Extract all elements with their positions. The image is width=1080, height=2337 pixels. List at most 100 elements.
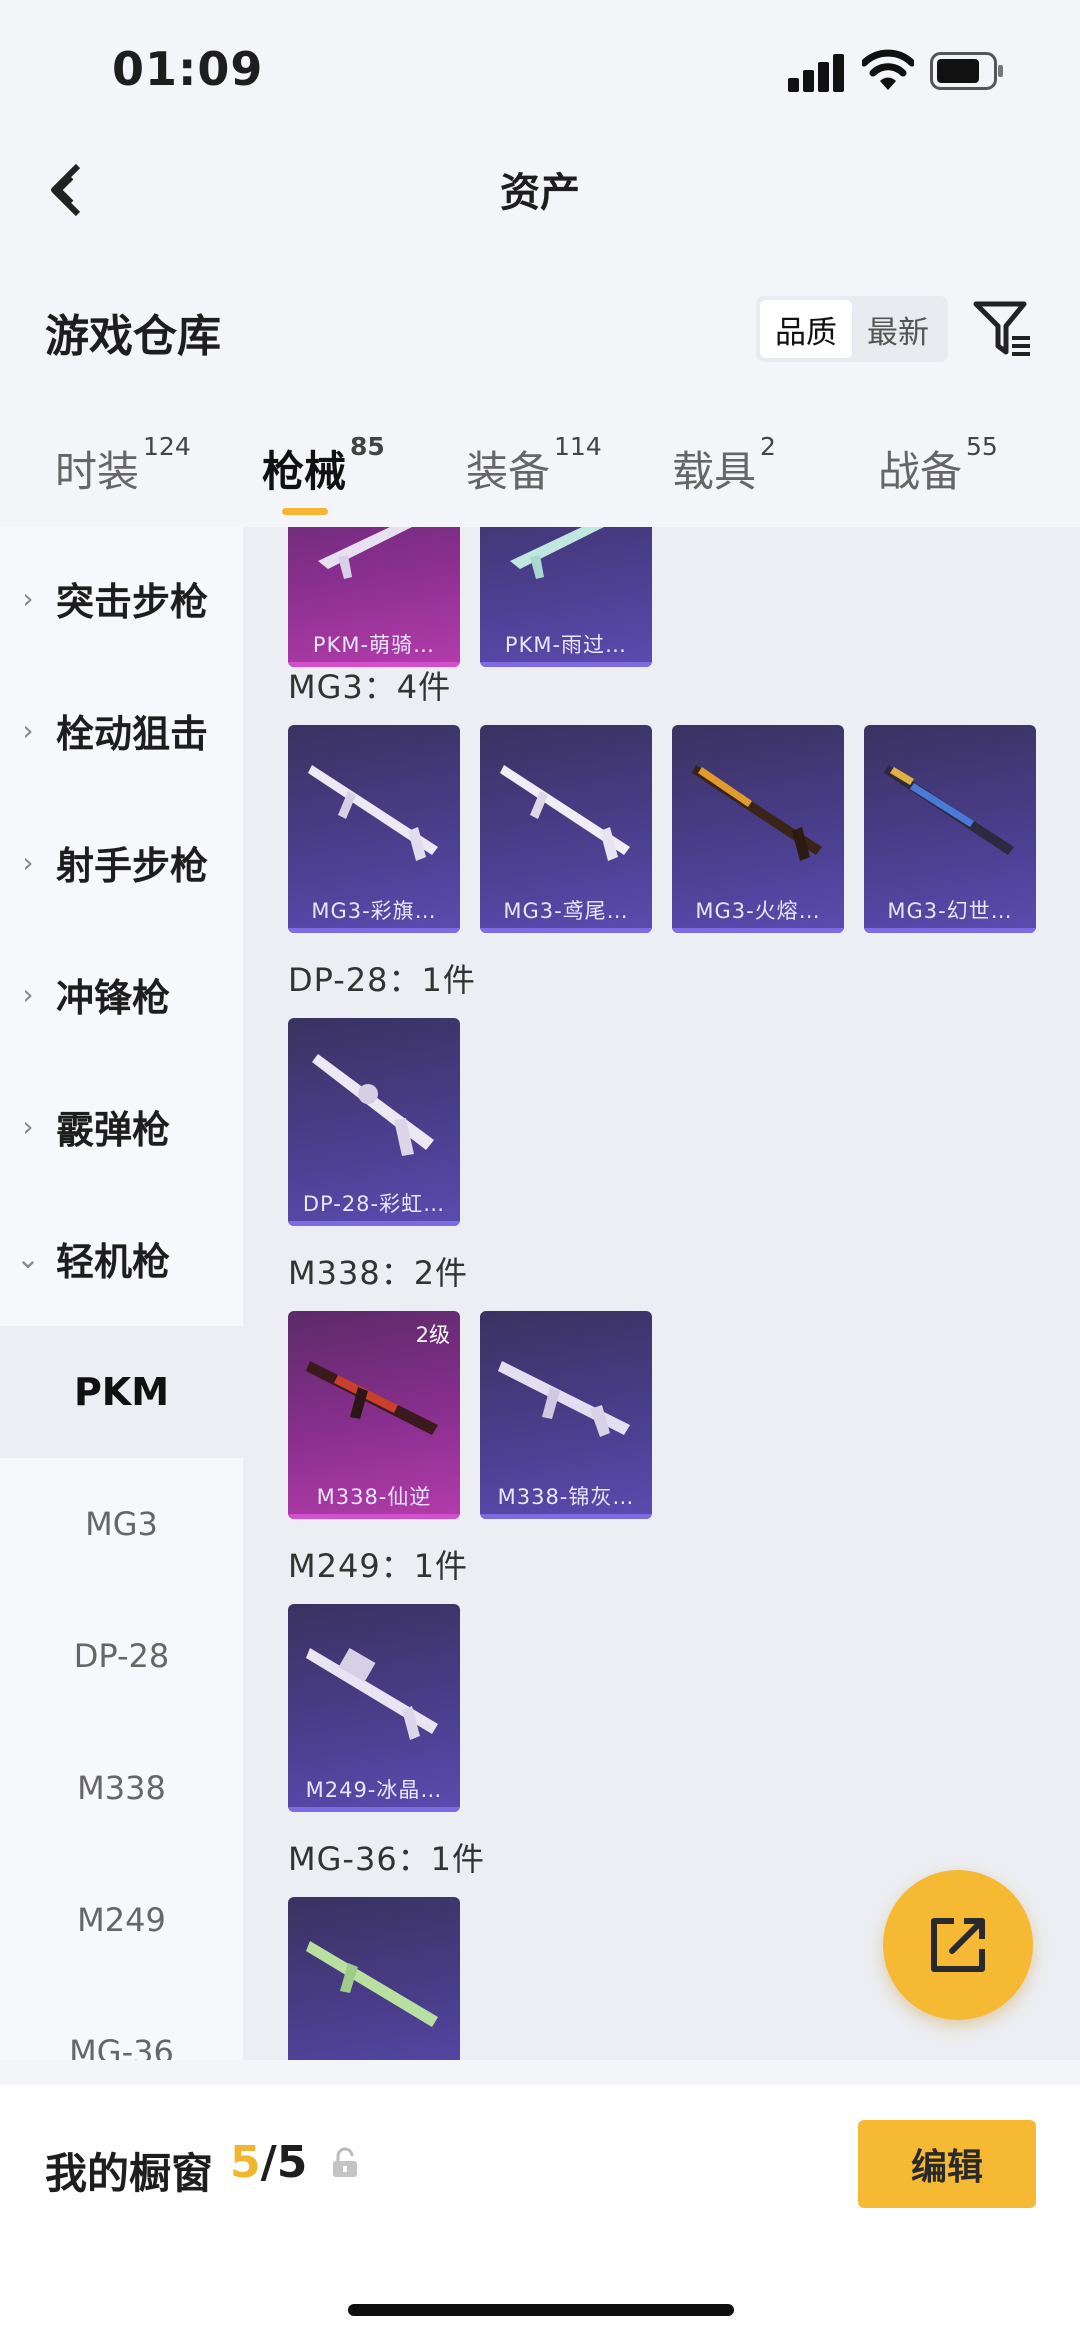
sidebar-sub-mg36[interactable]: MG-36 [0,1986,243,2060]
group-label-mg3: MG3：4件 [288,668,452,706]
sidebar-item-shotgun[interactable]: › 霰弹枪 [0,1060,243,1192]
sort-latest-button[interactable]: 最新 [852,300,944,358]
section-title: 游戏仓库 [45,311,221,362]
gun-icon [692,765,822,861]
tab-supplies[interactable]: 战备55 [878,432,998,499]
gun-icon [312,1054,434,1156]
item-card[interactable]: MG3-鸢尾… [480,725,652,933]
sidebar-item-lmg[interactable]: ⌄ 轻机枪 [0,1192,243,1324]
nav-bar: 资产 [0,130,1080,250]
item-card[interactable]: M249-冰晶… [288,1604,460,1812]
group-label-dp28: DP-28：1件 [288,961,476,999]
chevron-down-icon: ⌄ [16,1241,40,1275]
status-time: 01:09 [112,42,264,96]
item-grid: PKM-萌骑… PKM-雨过… MG3：4件 MG3-彩旗… MG3-鸢尾… M… [243,527,1080,2060]
showcase-count: 5/5 [230,2137,307,2188]
tab-count: 85 [350,432,385,461]
item-card[interactable]: PKM-萌骑… [288,527,460,667]
tab-guns[interactable]: 枪械85 [262,432,385,499]
gun-icon [498,1361,630,1437]
tab-count: 55 [966,432,998,461]
item-level-badge: 2级 [415,1323,450,1347]
edit-button[interactable]: 编辑 [858,2120,1036,2208]
sort-quality-button[interactable]: 品质 [760,300,852,358]
item-name: MG3-火熔… [695,899,821,923]
item-card[interactable]: DP-28-彩虹… [288,1018,460,1226]
group-label-mg36: MG-36：1件 [288,1840,486,1878]
category-tabs: 时装124 枪械85 装备114 载具2 战备55 [0,430,1080,530]
wifi-icon [862,49,914,90]
item-name: M338-锦灰… [497,1485,635,1509]
sidebar-item-marksman-rifle[interactable]: › 射手步枪 [0,796,243,928]
sidebar-item-label: 霰弹枪 [56,1107,171,1152]
sidebar-sub-m338[interactable]: M338 [0,1722,243,1854]
sidebar-item-label: 栓动狙击 [56,711,209,756]
chevron-right-icon: › [22,713,34,747]
item-card[interactable]: MG3-彩旗… [288,725,460,933]
gun-icon [500,765,630,861]
sort-toggle: 品质 最新 [756,296,948,362]
item-name: DP-28-彩虹… [302,1192,446,1216]
gun-icon [306,1647,438,1740]
tab-vehicles[interactable]: 载具2 [672,432,776,499]
sidebar-sub-m249[interactable]: M249 [0,1854,243,1986]
gun-icon [318,527,412,579]
item-card[interactable]: MG3-幻世… [864,725,1036,933]
tab-label: 时装 [55,447,140,496]
showcase-bar: 我的橱窗 5/5 编辑 [0,2085,1080,2337]
item-name: M249-冰晶… [305,1778,443,1802]
item-card[interactable]: 2级 M338-仙逆 [288,1311,460,1519]
item-name: MG3-彩旗… [311,899,437,923]
showcase-total: /5 [260,2137,308,2188]
chevron-right-icon: › [22,581,34,615]
item-name: PKM-萌骑… [312,633,436,657]
sidebar-item-label: 射手步枪 [56,843,209,888]
lock-icon [333,2147,357,2177]
item-card[interactable]: PKM-雨过… [480,527,652,667]
chevron-right-icon: › [22,1109,34,1143]
sidebar: › 突击步枪 › 栓动狙击 › 射手步枪 › 冲锋枪 › 霰弹枪 ⌄ 轻机枪 PKM MG3… [0,527,243,2060]
sidebar-sub-dp28[interactable]: DP-28 [0,1590,243,1722]
gun-icon [308,765,438,861]
filter-button[interactable] [970,296,1036,362]
item-card[interactable] [288,1897,460,2060]
chevron-right-icon: › [22,977,34,1011]
home-indicator [348,2304,734,2316]
sidebar-item-smg[interactable]: › 冲锋枪 [0,928,243,1060]
sidebar-sub-pkm[interactable]: PKM [0,1326,243,1458]
tab-label: 装备 [466,447,551,496]
item-name: MG3-鸢尾… [503,899,629,923]
share-button[interactable] [883,1870,1033,2020]
filter-icon [973,301,1030,356]
chevron-right-icon: › [22,845,34,879]
tab-count: 114 [554,432,602,461]
tab-fashion[interactable]: 时装124 [55,432,191,499]
tab-equipment[interactable]: 装备114 [466,432,602,499]
share-icon [931,1918,985,1972]
tab-label: 枪械 [262,447,347,496]
status-bar: 01:09 [0,0,1080,130]
item-card[interactable]: M338-锦灰… [480,1311,652,1519]
item-name: MG3-幻世… [887,899,1013,923]
item-name: M338-仙逆 [316,1485,432,1509]
sidebar-item-assault-rifle[interactable]: › 突击步枪 [0,532,243,664]
active-tab-indicator [282,508,328,515]
item-name: PKM-雨过… [504,633,628,657]
gun-icon [306,1941,438,2027]
group-label-m338: M338：2件 [288,1254,469,1292]
tab-count: 2 [760,432,776,461]
sidebar-item-bolt-sniper[interactable]: › 栓动狙击 [0,664,243,796]
tab-label: 载具 [672,447,757,496]
group-label-m249: M249：1件 [288,1547,469,1585]
tab-count: 124 [143,432,191,461]
showcase-label: 我的橱窗 [45,2149,214,2198]
sidebar-sub-mg3[interactable]: MG3 [0,1458,243,1590]
gun-icon [510,527,604,579]
showcase-current: 5 [230,2137,261,2188]
page-title: 资产 [500,170,580,216]
tab-label: 战备 [878,447,963,496]
signal-icon [788,52,848,92]
item-card[interactable]: MG3-火熔… [672,725,844,933]
gun-icon [884,765,1014,855]
sidebar-item-label: 轻机枪 [56,1239,171,1284]
